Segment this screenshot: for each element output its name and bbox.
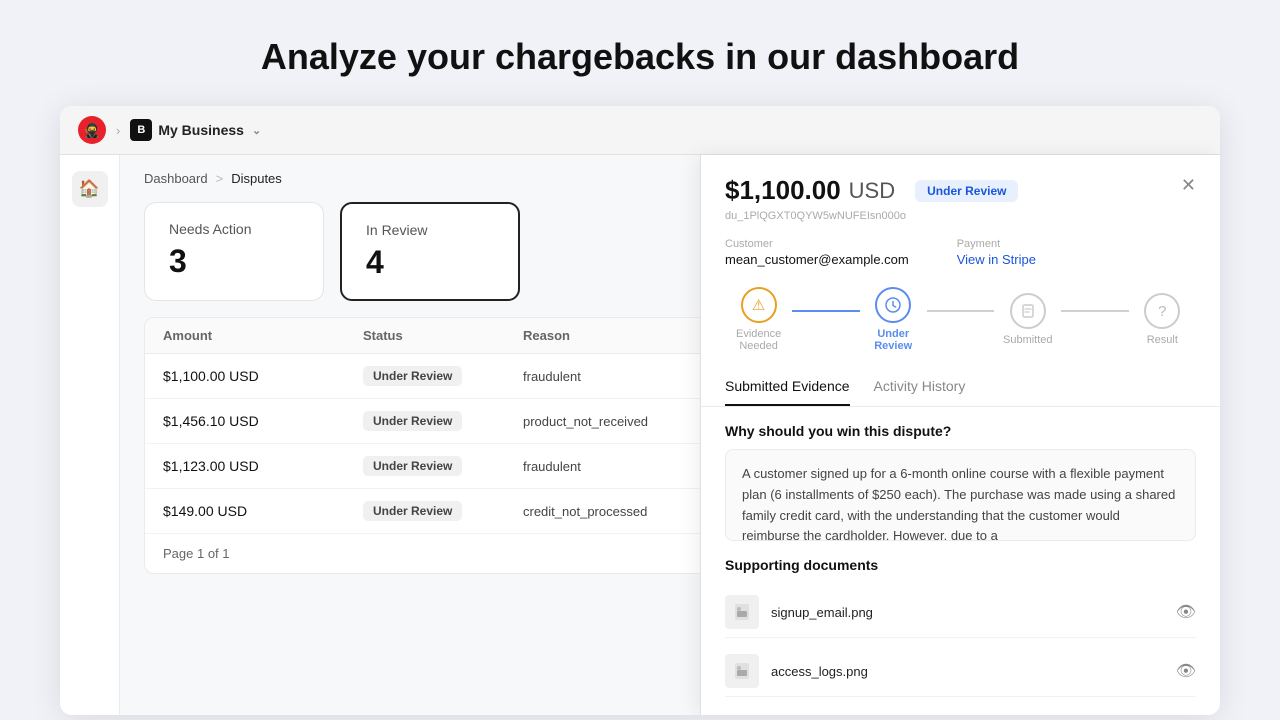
timeline-step-evidence: ⚠ Evidence Needed [725,287,792,352]
crumb-sep: > [216,171,224,186]
breadcrumb-home[interactable]: Dashboard [144,171,208,186]
meta-customer: Customer mean_customer@example.com [725,238,909,267]
supporting-docs-title: Supporting documents [725,557,1196,573]
status-badge: Under Review [363,501,462,521]
panel-dispute-id: du_1PlQGXT0QYW5wNUFEIsn000o [701,210,1220,222]
timeline-line-2 [927,310,994,312]
evidence-text: A customer signed up for a 6-month onlin… [725,449,1196,541]
tab-submitted-evidence[interactable]: Submitted Evidence [725,368,850,406]
evidence-section: Why should you win this dispute? A custo… [701,407,1220,541]
under-review-icon [875,287,911,323]
col-amount: Amount [163,328,363,343]
timeline-step-review: Under Review [860,287,927,352]
doc-thumbnail-0 [725,595,759,629]
result-label: Result [1147,334,1178,346]
col-status: Status [363,328,523,343]
page-heading: Analyze your chargebacks in our dashboar… [261,0,1019,106]
browser-window: 🥷 › B My Business ⌄ 🏠 Dashboard > Disput… [60,106,1220,715]
timeline-line-1 [792,310,859,312]
submitted-icon [1010,293,1046,329]
docs-list: signup_email.png 👁 access_logs.png [725,583,1196,697]
tab-activity-history[interactable]: Activity History [874,368,966,406]
panel-meta: Customer mean_customer@example.com Payme… [701,222,1220,267]
view-doc-1-button[interactable]: 👁 [1176,661,1196,681]
evidence-section-title: Why should you win this dispute? [725,423,1196,439]
stat-label-needs-action: Needs Action [169,221,299,237]
amount-cell: $149.00 USD [163,503,363,519]
stat-value-needs-action: 3 [169,243,299,280]
close-button[interactable]: ✕ [1181,175,1196,196]
status-badge: Under Review [363,456,462,476]
under-review-label: Under Review [860,328,927,352]
supporting-docs-section: Supporting documents signup_email.png 👁 [701,541,1220,697]
panel-amount: $1,100.00 [725,175,841,206]
result-icon: ? [1144,293,1180,329]
doc-thumbnail-1 [725,654,759,688]
home-icon: 🏠 [79,179,100,199]
status-badge: Under Review [363,411,462,431]
timeline: ⚠ Evidence Needed Under Review [701,267,1220,360]
breadcrumb-chevron: › [116,123,120,138]
evidence-needed-label: Evidence Needed [725,328,792,352]
panel-header: $1,100.00 USD Under Review ✕ [701,155,1220,206]
evidence-needed-icon: ⚠ [741,287,777,323]
amount-cell: $1,123.00 USD [163,458,363,474]
stat-needs-action[interactable]: Needs Action 3 [144,202,324,301]
stat-label-in-review: In Review [366,222,494,238]
doc-name-0: signup_email.png [771,605,1164,620]
panel-status-badge: Under Review [915,180,1018,202]
app-body: 🏠 Dashboard > Disputes Needs Action 3 In… [60,155,1220,715]
stat-in-review[interactable]: In Review 4 [340,202,520,301]
chevron-down-icon: ⌄ [252,124,261,137]
detail-panel: $1,100.00 USD Under Review ✕ du_1PlQGXT0… [700,155,1220,715]
amount-cell: $1,456.10 USD [163,413,363,429]
business-icon: B [130,119,152,141]
timeline-step-submitted: Submitted [994,293,1061,346]
doc-item: signup_email.png 👁 [725,587,1196,638]
breadcrumb-current: Disputes [231,171,282,186]
sidebar-home-button[interactable]: 🏠 [72,171,108,207]
doc-name-1: access_logs.png [771,664,1164,679]
status-badge: Under Review [363,366,462,386]
amount-cell: $1,100.00 USD [163,368,363,384]
customer-email: mean_customer@example.com [725,252,909,267]
view-doc-0-button[interactable]: 👁 [1176,602,1196,622]
panel-tabs: Submitted Evidence Activity History [701,368,1220,407]
brand-logo: 🥷 [78,116,106,144]
browser-bar: 🥷 › B My Business ⌄ [60,106,1220,155]
timeline-step-result: ? Result [1129,293,1196,346]
timeline-line-3 [1061,310,1128,312]
customer-label: Customer [725,238,909,250]
business-selector[interactable]: B My Business ⌄ [130,119,261,141]
panel-currency: USD [849,178,895,204]
payment-label: Payment [957,238,1036,250]
doc-item: access_logs.png 👁 [725,646,1196,697]
view-in-stripe-link[interactable]: View in Stripe [957,252,1036,267]
sidebar: 🏠 [60,155,120,715]
business-name: My Business [158,122,244,138]
stat-value-in-review: 4 [366,244,494,281]
submitted-label: Submitted [1003,334,1053,346]
meta-payment: Payment View in Stripe [957,238,1036,267]
